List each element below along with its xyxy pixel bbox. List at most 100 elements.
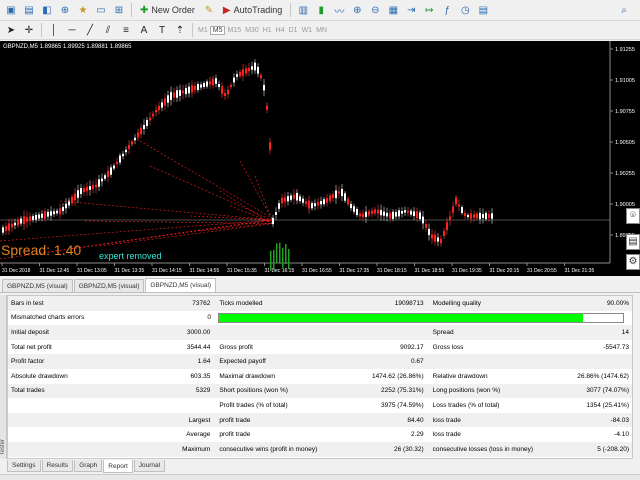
- tile-windows-icon[interactable]: ▦: [385, 2, 401, 18]
- trendline-icon[interactable]: ╱: [82, 22, 98, 38]
- data-window-icon[interactable]: ⊕: [57, 2, 73, 18]
- one-click-trading-icon[interactable]: ⌾: [626, 208, 640, 224]
- candle-body: [269, 142, 271, 150]
- timeframe-m5[interactable]: M5: [209, 25, 226, 35]
- candle-body: [452, 206, 454, 213]
- status-bar: [0, 474, 640, 480]
- metaeditor-icon[interactable]: ✎: [201, 2, 217, 18]
- label-tool-icon[interactable]: T: [154, 22, 170, 38]
- candle-body: [137, 132, 139, 138]
- periods-icon[interactable]: ◷: [457, 2, 473, 18]
- candle-body: [188, 86, 190, 94]
- candle-body: [170, 92, 172, 100]
- candle-body: [50, 211, 52, 216]
- chart-tab-3[interactable]: GBPNZD,M5 (visual): [145, 278, 217, 292]
- candle-body: [350, 203, 352, 209]
- chart-tab-2[interactable]: GBPNZD,M5 (visual): [73, 279, 145, 292]
- tester-icon[interactable]: ⊞: [111, 2, 127, 18]
- volume-bar: [276, 243, 278, 264]
- report-label: Long positions (won %): [432, 387, 501, 395]
- candle-body: [191, 85, 193, 93]
- tab-report[interactable]: Report: [103, 460, 133, 473]
- timeframe-m30[interactable]: M30: [243, 27, 261, 34]
- navigator-icon[interactable]: ★: [75, 2, 91, 18]
- candle-body: [194, 85, 196, 91]
- tab-journal[interactable]: Journal: [133, 460, 166, 472]
- candle-body: [197, 84, 199, 90]
- candle-body: [368, 211, 370, 216]
- timeframe-w1[interactable]: W1: [300, 27, 315, 34]
- candle-body: [14, 222, 16, 226]
- timeframe-m15[interactable]: M15: [225, 27, 243, 34]
- candle-body: [377, 209, 379, 214]
- timeframe-d1[interactable]: D1: [287, 27, 300, 34]
- line-chart-icon[interactable]: 〰: [331, 2, 347, 18]
- horizontal-line-icon[interactable]: ─: [64, 22, 80, 38]
- templates-icon[interactable]: ▤: [475, 2, 491, 18]
- tester-panel-handle[interactable]: Tester: [0, 295, 7, 459]
- volume-bar: [270, 250, 272, 271]
- indicators-icon[interactable]: ƒ: [439, 2, 455, 18]
- depth-of-market-icon[interactable]: ▤: [626, 234, 640, 250]
- candle-body: [29, 216, 31, 222]
- zoom-out-icon[interactable]: ⊖: [367, 2, 383, 18]
- candle-body: [278, 203, 280, 209]
- timeframe-h4[interactable]: H4: [274, 27, 287, 34]
- tab-results[interactable]: Results: [41, 460, 74, 472]
- candle-body: [125, 149, 127, 153]
- candlestick-icon[interactable]: ▮: [313, 2, 329, 18]
- time-label: 31 Dec 21:35: [565, 268, 595, 274]
- candle-body: [311, 203, 313, 209]
- trade-line: [239, 160, 273, 220]
- settings-gear-icon[interactable]: ⚙: [626, 254, 640, 270]
- report-label: Gross profit: [219, 343, 253, 351]
- candle-body: [62, 207, 64, 211]
- price-chart[interactable]: 1.91255 1.91005 1.90755 1.90505 1.90255 1.900…: [0, 41, 640, 276]
- zoom-in-icon[interactable]: ⊕: [349, 2, 365, 18]
- candle-body: [428, 228, 430, 236]
- candle-body: [227, 89, 229, 95]
- candle-body: [176, 90, 178, 98]
- volume-bar: [273, 249, 275, 270]
- time-label: 31 Dec 15:35: [227, 268, 257, 274]
- chart-shift-icon[interactable]: ⇥: [403, 2, 419, 18]
- new-chart-icon[interactable]: ▣: [3, 2, 19, 18]
- report-row: Maximum consecutive wins (profit in money…: [8, 441, 632, 457]
- autotrading-button[interactable]: ▶ AutoTrading: [219, 2, 286, 18]
- candle-body: [200, 84, 202, 88]
- candle-body: [152, 113, 154, 117]
- tab-graph[interactable]: Graph: [74, 460, 103, 472]
- candle-body: [155, 109, 157, 113]
- candle-body: [356, 208, 358, 216]
- search-icon[interactable]: ⌕: [616, 2, 632, 18]
- candle-body: [443, 230, 445, 237]
- candle-body: [224, 93, 226, 96]
- main-toolbar: ▣ ▤ ◧ ⊕ ★ ▭ ⊞ ✚ New Order ✎ ▶ AutoTrading …: [0, 0, 640, 21]
- candle-body: [275, 212, 277, 215]
- candle-body: [458, 204, 460, 207]
- text-tool-icon[interactable]: A: [136, 22, 152, 38]
- market-watch-icon[interactable]: ◧: [39, 2, 55, 18]
- profiles-icon[interactable]: ▤: [21, 2, 37, 18]
- crosshair-icon[interactable]: ✛: [21, 22, 37, 38]
- timeframe-h1[interactable]: H1: [261, 27, 274, 34]
- new-order-button[interactable]: ✚ New Order: [136, 2, 199, 18]
- arrows-icon[interactable]: ⇡: [172, 22, 188, 38]
- report-label: Relative drawdown: [432, 372, 488, 380]
- candle-body: [287, 196, 289, 202]
- timeframe-m1[interactable]: M1: [196, 27, 210, 34]
- cursor-icon[interactable]: ➤: [3, 22, 19, 38]
- candle-body: [230, 84, 232, 88]
- auto-scroll-icon[interactable]: ↦: [421, 2, 437, 18]
- bar-chart-icon[interactable]: ▥: [295, 2, 311, 18]
- candle-body: [146, 120, 148, 126]
- channel-icon[interactable]: ⫽: [100, 22, 116, 38]
- terminal-icon[interactable]: ▭: [93, 2, 109, 18]
- candle-body: [128, 145, 130, 149]
- timeframe-mn[interactable]: MN: [314, 27, 329, 34]
- fibonacci-icon[interactable]: ≡: [118, 22, 134, 38]
- candle-body: [8, 223, 10, 231]
- chart-tab-1[interactable]: GBPNZD,M5 (visual): [2, 279, 73, 292]
- vertical-line-icon[interactable]: │: [46, 22, 62, 38]
- tab-settings[interactable]: Settings: [7, 460, 41, 472]
